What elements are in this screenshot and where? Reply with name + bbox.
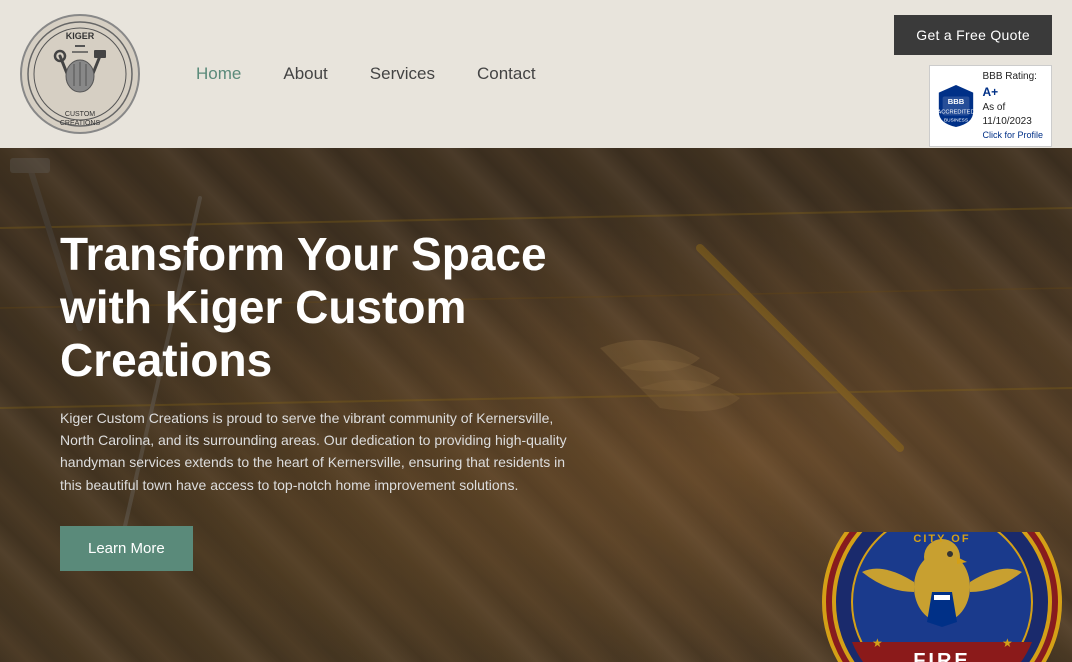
bbb-click-label[interactable]: Click for Profile	[982, 129, 1043, 142]
main-nav: Home About Services Contact	[180, 56, 552, 92]
nav-home[interactable]: Home	[180, 56, 257, 92]
svg-text:CUSTOM: CUSTOM	[65, 111, 95, 118]
emblem-container: FIRE CITY OF ★ ★	[802, 532, 1072, 662]
logo-area: KIGER CUSTOM CREATIONS	[20, 14, 140, 134]
bbb-info: BBB Rating: A+ As of 11/10/2023 Click fo…	[982, 70, 1043, 142]
svg-text:CITY OF: CITY OF	[913, 533, 970, 545]
bbb-badge[interactable]: BBB ACCREDITED BUSINESS BBB Rating: A+ A…	[929, 65, 1052, 147]
bbb-date-label: As of	[982, 101, 1043, 115]
header: KIGER CUSTOM CREATIONS	[0, 0, 1072, 148]
svg-text:BUSINESS: BUSINESS	[944, 117, 968, 123]
bbb-rating-value: A+	[982, 85, 998, 99]
nav-about[interactable]: About	[267, 56, 343, 92]
bbb-logo: BBB ACCREDITED BUSINESS	[938, 85, 974, 127]
svg-text:CREATIONS: CREATIONS	[60, 120, 101, 127]
bbb-date-value: 11/10/2023	[982, 115, 1043, 129]
learn-more-button[interactable]: Learn More	[60, 526, 193, 571]
nav-services[interactable]: Services	[354, 56, 451, 92]
svg-text:BBB: BBB	[948, 97, 965, 106]
svg-text:ACCREDITED: ACCREDITED	[938, 109, 974, 115]
svg-text:★: ★	[872, 636, 883, 650]
hero-section: Transform Your Space with Kiger Custom C…	[0, 148, 1072, 662]
hero-content: Transform Your Space with Kiger Custom C…	[0, 148, 700, 611]
svg-text:FIRE: FIRE	[913, 650, 971, 662]
svg-text:★: ★	[1002, 636, 1013, 650]
hero-title: Transform Your Space with Kiger Custom C…	[60, 228, 640, 387]
quote-button[interactable]: Get a Free Quote	[894, 15, 1052, 55]
svg-text:KIGER: KIGER	[66, 31, 95, 41]
logo-circle: KIGER CUSTOM CREATIONS	[20, 14, 140, 134]
bbb-rating-label: BBB Rating:	[982, 70, 1043, 84]
fire-emblem: FIRE CITY OF ★ ★	[822, 532, 1062, 662]
nav-contact[interactable]: Contact	[461, 56, 552, 92]
hero-description: Kiger Custom Creations is proud to serve…	[60, 407, 580, 497]
